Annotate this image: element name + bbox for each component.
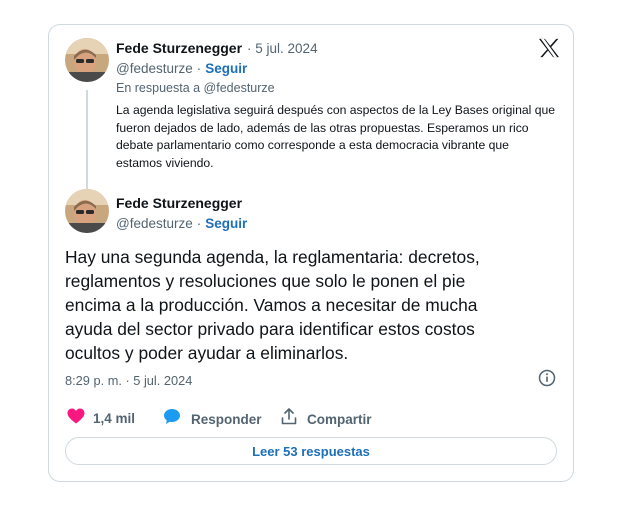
separator: · — [196, 61, 202, 76]
author-avatar[interactable] — [65, 189, 109, 233]
share-icon — [281, 408, 297, 430]
share-label: Compartir — [307, 411, 372, 427]
heart-icon — [67, 408, 85, 429]
author-name[interactable]: Fede Sturzenegger — [116, 40, 242, 56]
author-handle[interactable]: @fedesturze — [116, 61, 193, 76]
embedded-tweet-card: Fede Sturzenegger · 5 jul. 2024 @fedestu… — [48, 24, 574, 482]
separator: · — [196, 216, 202, 231]
read-replies-label: Leer 53 respuestas — [252, 443, 370, 459]
like-action[interactable]: 1,4 mil — [67, 408, 135, 429]
main-author-row: Fede Sturzenegger — [116, 195, 242, 213]
follow-button[interactable]: Seguir — [205, 61, 247, 76]
reply-action[interactable]: Responder — [163, 408, 262, 430]
reply-author-row: Fede Sturzenegger · 5 jul. 2024 — [116, 40, 318, 56]
like-count: 1,4 mil — [93, 411, 136, 426]
main-tweet-text: Hay una segunda agenda, la reglamentaria… — [65, 247, 480, 363]
reply-context[interactable]: En respuesta a @fedesturze — [116, 81, 275, 95]
speech-bubble-icon — [163, 408, 181, 430]
tweet-date[interactable]: · 5 jul. 2024 — [247, 41, 318, 56]
reply-label: Responder — [191, 411, 262, 427]
author-name[interactable]: Fede Sturzenegger — [116, 195, 242, 211]
x-logo-icon[interactable] — [538, 38, 560, 63]
reply-tweet-text: La agenda legislativa seguirá después co… — [116, 103, 556, 170]
read-replies-button[interactable]: Leer 53 respuestas — [65, 437, 557, 465]
author-handle[interactable]: @fedesturze — [116, 216, 193, 231]
tweet-timestamp[interactable]: 8:29 p. m. · 5 jul. 2024 — [65, 373, 192, 388]
thread-line — [86, 90, 88, 202]
reply-handle-row: @fedesturze · Seguir — [116, 61, 247, 76]
author-avatar[interactable] — [65, 38, 109, 82]
info-icon[interactable] — [538, 369, 556, 392]
follow-button[interactable]: Seguir — [205, 216, 247, 231]
share-action[interactable]: Compartir — [281, 408, 372, 430]
main-handle-row: @fedesturze · Seguir — [116, 216, 247, 231]
